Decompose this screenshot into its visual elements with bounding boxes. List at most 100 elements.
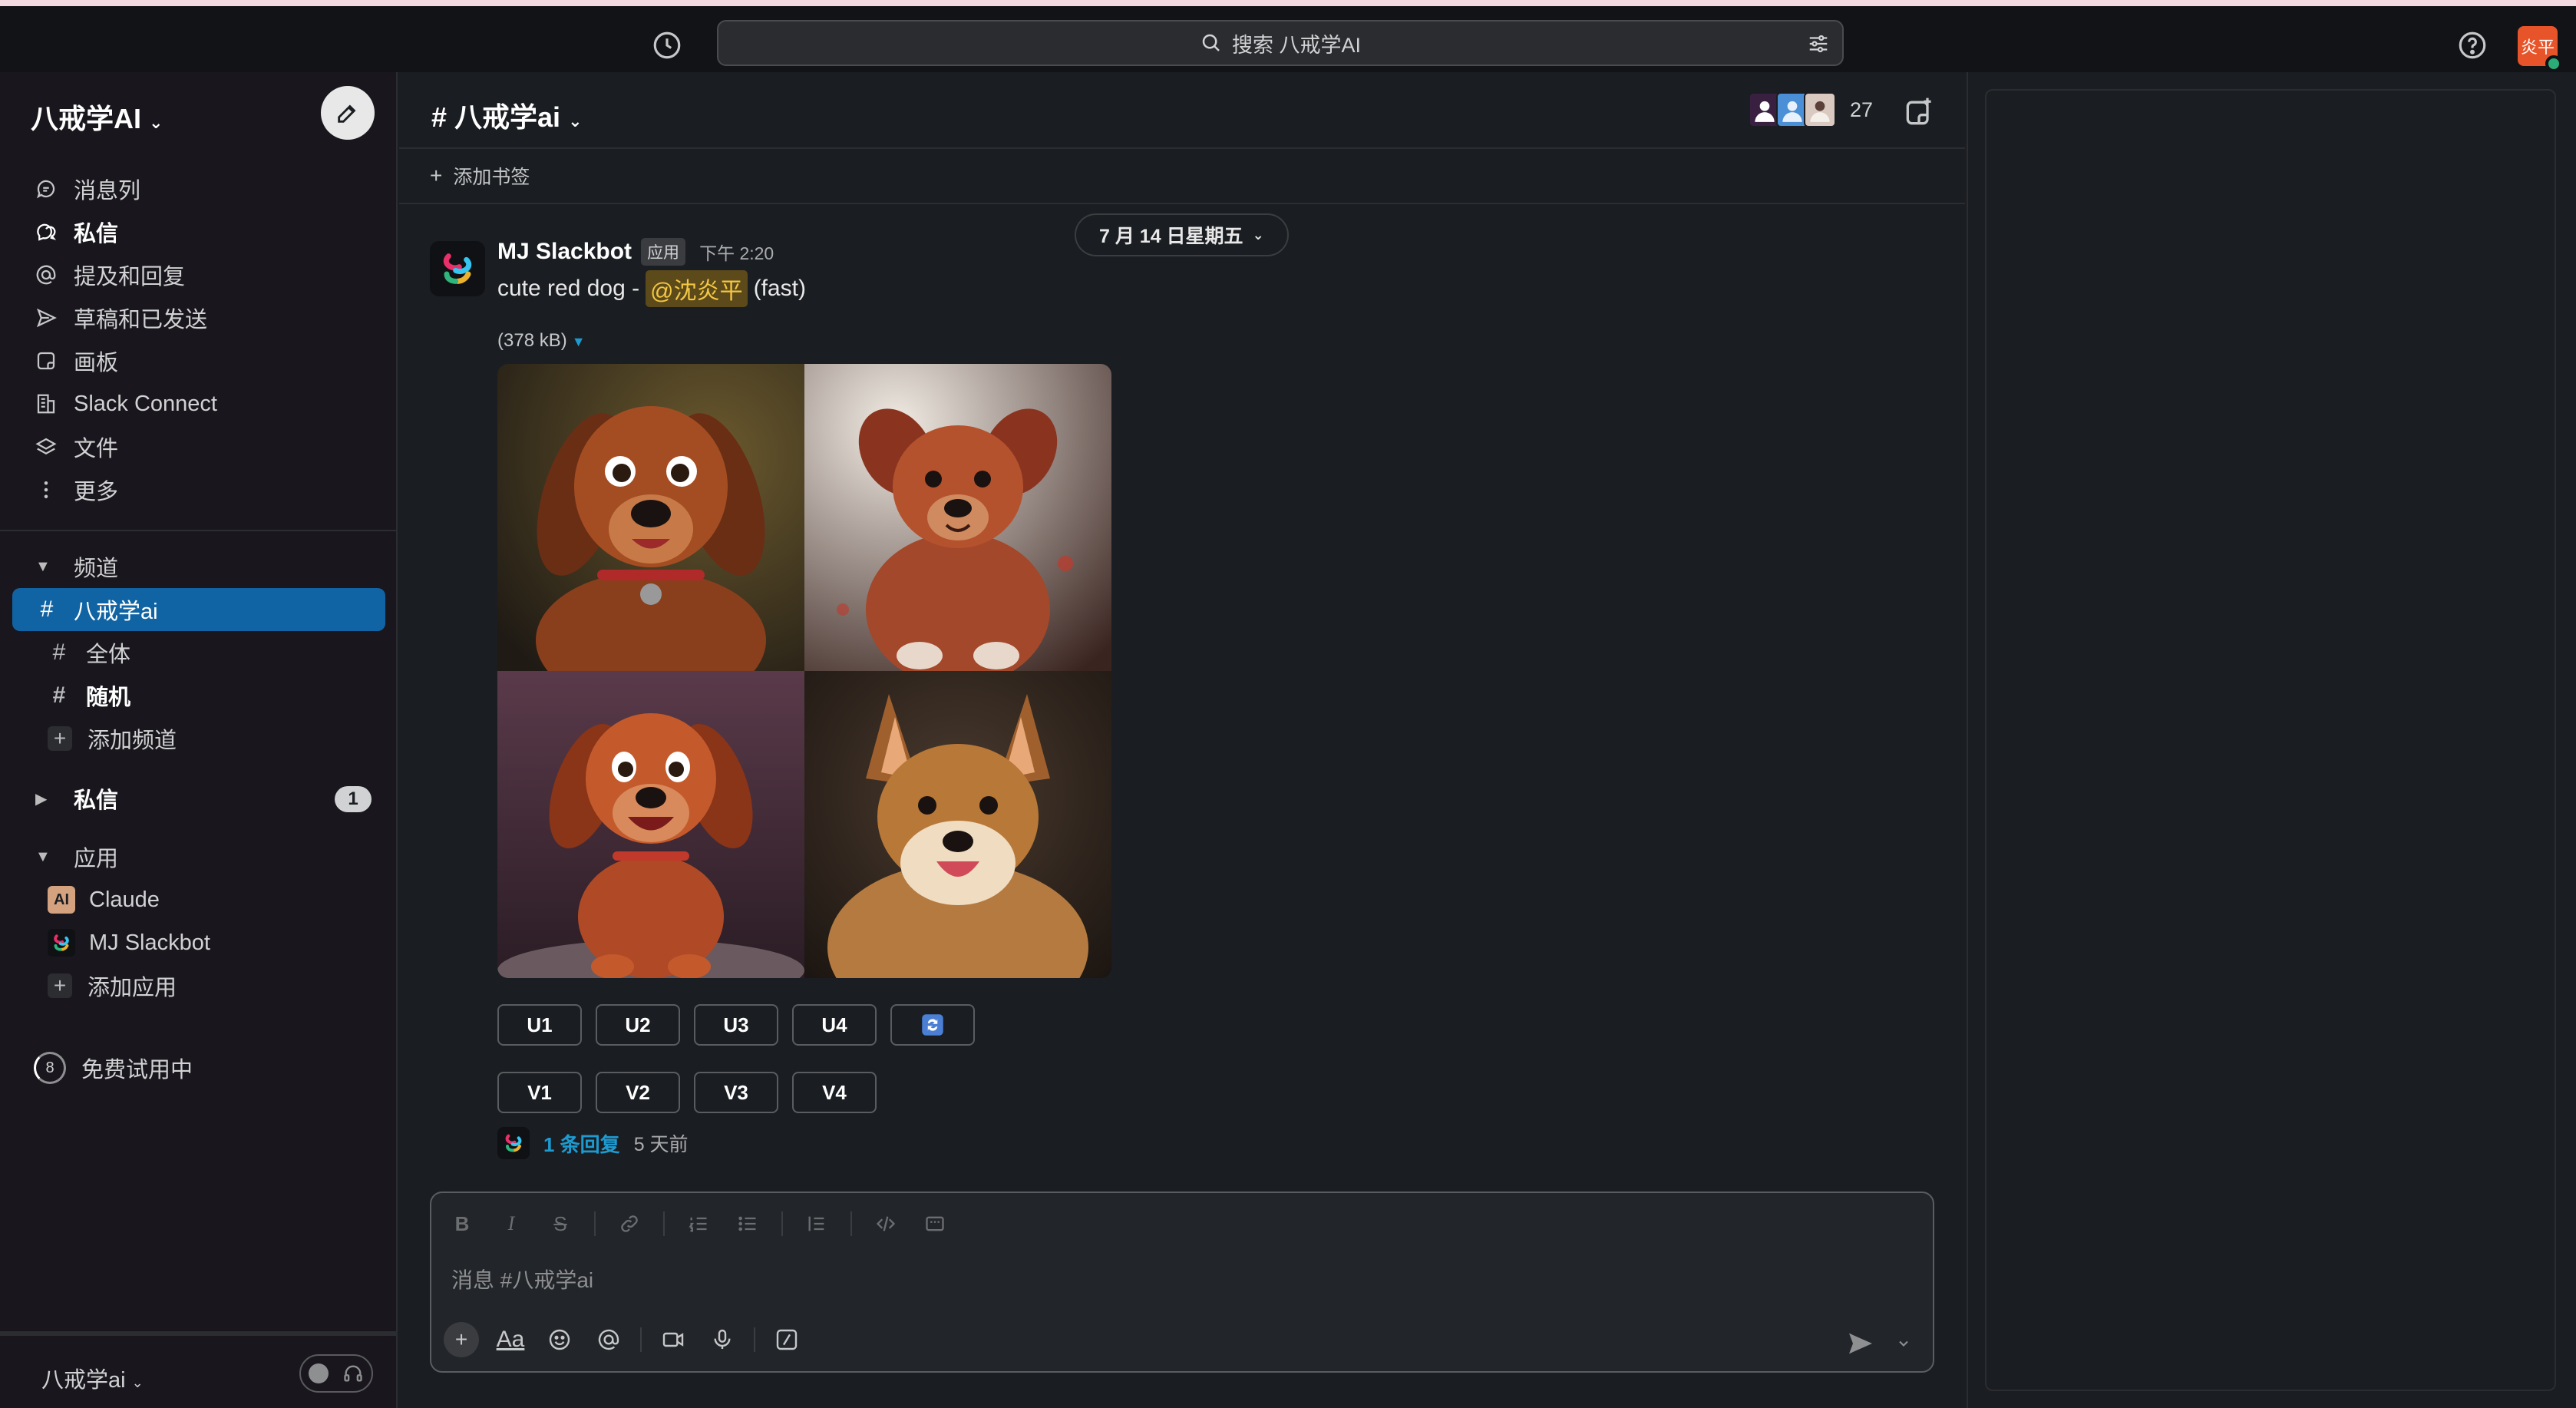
member-list-button[interactable]: 27	[1749, 92, 1873, 127]
upscale-button-u2[interactable]: U2	[596, 1004, 680, 1046]
nav-item-drafts[interactable]: 草稿和已发送	[0, 296, 398, 339]
channel-item-general[interactable]: # 全体	[12, 631, 385, 674]
add-app-button[interactable]: + 添加应用	[12, 964, 385, 1007]
huddle-toggle[interactable]	[299, 1354, 373, 1393]
add-bookmark-button[interactable]: + 添加书签	[399, 149, 1965, 204]
message-input[interactable]: 消息 #八戒学ai	[451, 1264, 593, 1294]
mj-logo-icon	[505, 1134, 522, 1152]
layers-icon	[32, 433, 60, 461]
nav-item-threads[interactable]: 消息列	[0, 167, 398, 210]
dog-image-2	[804, 364, 1111, 671]
microphone-icon[interactable]	[705, 1322, 740, 1357]
blockquote-icon[interactable]	[801, 1208, 832, 1239]
generated-image-grid[interactable]	[497, 364, 1111, 978]
message-header: MJ Slackbot 应用 下午 2:20	[497, 238, 774, 266]
app-name: MJ Slackbot	[89, 930, 210, 955]
chevron-down-icon: ⌄	[131, 1375, 144, 1390]
channel-item-bajie[interactable]: # 八戒学ai	[12, 588, 385, 631]
bold-icon[interactable]: B	[447, 1208, 477, 1239]
dms-header-label: 私信	[74, 788, 119, 813]
nav-item-more[interactable]: 更多	[0, 468, 398, 511]
variation-button-v3[interactable]: V3	[694, 1072, 778, 1113]
dms-header[interactable]: ▶ 私信 1	[0, 777, 398, 820]
date-label: 7 月 14 日星期五	[1099, 226, 1243, 247]
shortcuts-icon[interactable]	[769, 1322, 804, 1357]
nav-item-canvas[interactable]: 画板	[0, 339, 398, 382]
top-bar: 搜索 八戒学AI 炎平	[0, 6, 2576, 72]
search-label: 搜索 八戒学AI	[1231, 33, 1361, 57]
upscale-button-u1[interactable]: U1	[497, 1004, 582, 1046]
nav-item-slack-connect[interactable]: Slack Connect	[0, 382, 398, 425]
channels-header-label: 频道	[74, 557, 119, 581]
reroll-button[interactable]	[890, 1004, 975, 1046]
link-icon[interactable]	[614, 1208, 645, 1239]
formatting-toggle-icon[interactable]: Aa	[493, 1322, 528, 1357]
video-icon[interactable]	[656, 1322, 691, 1357]
add-channel-button[interactable]: + 添加频道	[12, 717, 385, 760]
channels-section: ▼ 频道 # 八戒学ai # 全体 # 随机 + 添加频道	[0, 545, 398, 760]
mention-icon[interactable]	[591, 1322, 626, 1357]
italic-icon[interactable]: I	[496, 1208, 527, 1239]
trial-status[interactable]: 8 免费试用中	[34, 1052, 193, 1084]
app-name: Claude	[89, 887, 160, 912]
nav-item-label: 画板	[74, 351, 119, 375]
nav-item-mentions[interactable]: 提及和回复	[0, 253, 398, 296]
toolbar-divider	[640, 1327, 642, 1352]
app-item-claude[interactable]: AI Claude	[12, 878, 385, 921]
search-bar[interactable]: 搜索 八戒学AI	[717, 20, 1844, 66]
attach-plus-icon[interactable]: +	[444, 1322, 479, 1357]
app-badge: 应用	[641, 238, 686, 266]
reply-count-link[interactable]: 1 条回复	[543, 1129, 620, 1158]
chevron-down-icon: ⌄	[1252, 226, 1264, 243]
apps-header[interactable]: ▼ 应用	[0, 835, 398, 878]
file-size: (378 kB)	[497, 330, 567, 351]
strikethrough-icon[interactable]: S	[545, 1208, 576, 1239]
sender-name[interactable]: MJ Slackbot	[497, 239, 632, 265]
chevron-down-icon: ⌄	[568, 111, 583, 131]
help-icon[interactable]	[2456, 29, 2488, 61]
upscale-button-u3[interactable]: U3	[694, 1004, 778, 1046]
nav-item-label: 私信	[74, 222, 119, 246]
sidebar-divider	[0, 530, 398, 531]
ordered-list-icon[interactable]	[683, 1208, 714, 1239]
code-block-icon[interactable]	[920, 1208, 950, 1239]
toolbar-divider	[754, 1327, 755, 1352]
user-mention[interactable]: @沈炎平	[646, 270, 748, 307]
send-icon[interactable]	[1845, 1328, 1876, 1359]
window-top-edge	[0, 0, 2576, 6]
threads-icon	[32, 175, 60, 203]
variation-button-v4[interactable]: V4	[792, 1072, 877, 1113]
channel-name: 全体	[86, 643, 131, 667]
upscale-button-u4[interactable]: U4	[792, 1004, 877, 1046]
hash-icon: #	[40, 597, 54, 622]
dog-image-1	[497, 364, 804, 671]
app-item-mj-slackbot[interactable]: MJ Slackbot	[12, 921, 385, 964]
nav-item-files[interactable]: 文件	[0, 425, 398, 468]
file-size-toggle[interactable]: (378 kB) ▼	[497, 330, 586, 352]
filter-icon[interactable]	[1807, 32, 1830, 55]
variation-button-v1[interactable]: V1	[497, 1072, 582, 1113]
compose-icon	[338, 104, 356, 123]
emoji-icon[interactable]	[542, 1322, 577, 1357]
channels-header[interactable]: ▼ 频道	[0, 545, 398, 588]
code-icon[interactable]	[870, 1208, 901, 1239]
workspace-menu[interactable]: 八戒学AI ⌄	[31, 97, 163, 137]
message-timestamp[interactable]: 下午 2:20	[699, 239, 774, 265]
variation-button-v2[interactable]: V2	[596, 1072, 680, 1113]
chevron-down-icon[interactable]	[1896, 1336, 1911, 1351]
bookmark-label: 添加书签	[453, 167, 530, 188]
channel-canvas-icon[interactable]	[1902, 95, 1936, 129]
compose-button[interactable]	[321, 86, 375, 140]
workspace-switcher[interactable]: 八戒学ai ⌄	[41, 1362, 144, 1394]
bullet-list-icon[interactable]	[732, 1208, 763, 1239]
nav-item-dms[interactable]: 私信	[0, 210, 398, 253]
side-panel	[1985, 89, 2556, 1391]
nav-item-label: 消息列	[74, 179, 141, 203]
mj-bot-avatar[interactable]	[430, 241, 485, 296]
history-icon[interactable]	[651, 29, 683, 61]
thread-replies[interactable]: 1 条回复 5 天前	[497, 1127, 689, 1159]
channel-item-random[interactable]: # 随机	[12, 674, 385, 717]
mode-text: (fast)	[753, 276, 806, 301]
date-divider[interactable]: 7 月 14 日星期五 ⌄	[1075, 213, 1289, 256]
channel-title[interactable]: # 八戒学ai ⌄	[431, 95, 583, 135]
